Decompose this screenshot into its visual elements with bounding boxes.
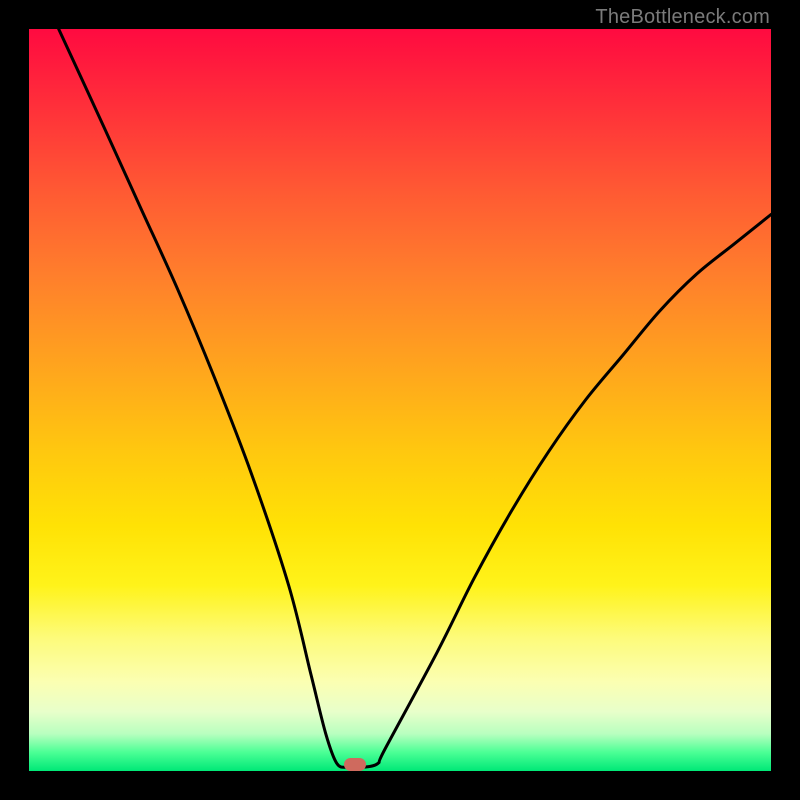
minimum-marker	[344, 758, 366, 771]
bottleneck-curve	[29, 29, 771, 771]
chart-plot-area	[29, 29, 771, 771]
watermark-text: TheBottleneck.com	[595, 6, 770, 29]
